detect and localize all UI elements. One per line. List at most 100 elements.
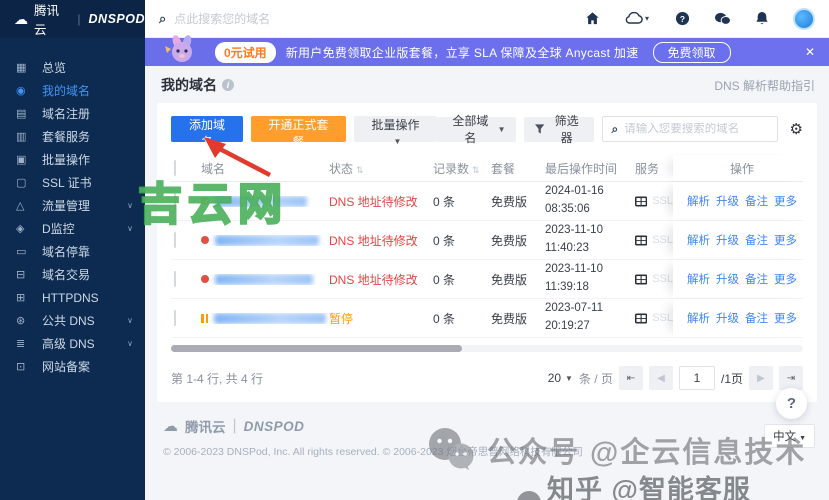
remark-link[interactable]: 备注 [745, 310, 768, 326]
next-page-button[interactable]: ▶ [749, 366, 773, 390]
page-number-input[interactable] [678, 366, 715, 390]
sidebar-item-icp-filing[interactable]: ⊡ 网站备案 [0, 355, 145, 378]
brand-logo[interactable]: ☁ 腾讯云 | DNSPOD [0, 0, 145, 38]
col-domain: 域名 [201, 161, 226, 176]
domain-search[interactable]: ⌕ [602, 116, 778, 142]
info-icon[interactable]: i [222, 79, 234, 91]
table-row: DNS 地址待修改 0 条 免费版 2023-11-10 11:40:23 SSL… [171, 221, 803, 260]
dns-help-link[interactable]: DNS 解析帮助指引 [714, 77, 815, 94]
help-icon[interactable]: ? [673, 10, 691, 28]
status-text: 暂停 [329, 311, 354, 326]
service-grid-icon[interactable] [635, 312, 648, 325]
sidebar-item-d-monitor[interactable]: ◈ D监控 ∨ [0, 217, 145, 240]
more-link[interactable]: 更多 [774, 271, 797, 287]
sidebar-item-overview[interactable]: ▦ 总览 [0, 56, 145, 79]
sidebar-item-my-domains[interactable]: ◉ 我的域名 [0, 79, 145, 102]
chevron-down-icon: ∨ [127, 316, 133, 325]
global-search[interactable]: ⌕ [159, 11, 419, 27]
footer-tencent: 腾讯云 [185, 420, 226, 435]
plan-text: 免费版 [491, 233, 528, 248]
banner-close-icon[interactable]: ✕ [805, 45, 815, 59]
upgrade-link[interactable]: 升级 [716, 310, 739, 326]
traffic-icon: △ [16, 200, 25, 212]
more-link[interactable]: 更多 [774, 232, 797, 248]
sidebar-item-plan-service[interactable]: ▥ 套餐服务 [0, 125, 145, 148]
last-page-button[interactable]: ⇥ [779, 366, 803, 390]
row-checkbox[interactable] [174, 232, 176, 248]
chevron-down-icon: ∨ [127, 224, 133, 233]
remark-link[interactable]: 备注 [745, 271, 768, 287]
remark-link[interactable]: 备注 [745, 193, 768, 209]
domain-redacted[interactable] [214, 312, 326, 324]
row-actions: 解析 升级 备注 更多 [673, 260, 803, 298]
sidebar-item-ssl-cert[interactable]: ▢ SSL 证书 [0, 171, 145, 194]
gear-icon[interactable]: ⚙ [790, 120, 803, 138]
service-grid-icon[interactable] [635, 195, 648, 208]
domain-list-card: 添加域名 开通正式套餐 批量操作 ▼ 全部域名 ▼ 筛选器 ⌕ ⚙ [157, 103, 817, 402]
service-grid-icon[interactable] [635, 234, 648, 247]
global-search-input[interactable] [174, 11, 375, 26]
resolve-link[interactable]: 解析 [687, 271, 710, 287]
home-icon[interactable] [583, 10, 601, 28]
domain-scope-select[interactable]: 全部域名 ▼ [437, 114, 517, 145]
first-page-button[interactable]: ⇤ [618, 366, 643, 390]
table-row: DNS 地址待修改 0 条 免费版 2023-11-10 11:39:18 SSL… [171, 260, 803, 299]
register-icon: ▤ [16, 108, 27, 120]
advanced-dns-icon: ≣ [16, 338, 26, 350]
sidebar-item-traffic[interactable]: △ 流量管理 ∨ [0, 194, 145, 217]
language-button[interactable]: 中文 ▼ [764, 424, 815, 448]
domain-status-dot-icon [201, 197, 209, 205]
search-icon: ⌕ [159, 10, 167, 26]
message-icon[interactable] [713, 10, 731, 28]
upgrade-link[interactable]: 升级 [716, 232, 739, 248]
sidebar-item-domain-register[interactable]: ▤ 域名注册 [0, 102, 145, 125]
sidebar-item-httpdns[interactable]: ⊞ HTTPDNS [0, 286, 145, 309]
service-grid-icon[interactable] [635, 273, 648, 286]
row-checkbox[interactable] [174, 310, 176, 326]
more-link[interactable]: 更多 [774, 310, 797, 326]
sort-icon[interactable]: ⇅ [472, 165, 480, 175]
prev-page-button[interactable]: ◀ [648, 366, 673, 390]
domain-redacted[interactable] [215, 234, 319, 246]
filter-button[interactable]: 筛选器 [524, 114, 595, 145]
sort-icon[interactable]: ⇅ [356, 165, 364, 175]
sidebar-item-domain-parking[interactable]: ▭ 域名停靠 [0, 240, 145, 263]
row-checkbox[interactable] [174, 193, 176, 209]
domain-redacted[interactable] [215, 273, 313, 285]
upgrade-link[interactable]: 升级 [716, 193, 739, 209]
records-count: 0 条 [433, 272, 456, 287]
funnel-icon [535, 124, 545, 134]
resolve-link[interactable]: 解析 [687, 232, 710, 248]
search-icon: ⌕ [611, 121, 619, 136]
resolve-link[interactable]: 解析 [687, 193, 710, 209]
sidebar-item-domain-trade[interactable]: ⊟ 域名交易 [0, 263, 145, 286]
plan-text: 免费版 [491, 194, 528, 209]
pause-icon [201, 313, 208, 323]
table-header: 域名 状态 ⇅ 记录数 ⇅ 套餐 最后操作时间 服务 操作 [171, 155, 803, 182]
table-row: 暂停 0 条 免费版 2023-07-11 20:19:27 SSL 解析 升级 … [171, 299, 803, 338]
bell-icon[interactable] [753, 10, 771, 28]
console-cloud-icon[interactable]: ▾ [623, 10, 651, 28]
domain-redacted[interactable] [215, 195, 307, 207]
sidebar-item-label: 高级 DNS [42, 337, 95, 351]
domain-search-input[interactable] [624, 123, 765, 135]
row-actions: 解析 升级 备注 更多 [673, 221, 803, 259]
resolve-link[interactable]: 解析 [687, 310, 710, 326]
sidebar-item-public-dns[interactable]: ⊛ 公共 DNS ∨ [0, 309, 145, 332]
scrollbar-thumb[interactable] [171, 345, 462, 352]
page-size-select[interactable]: 20 ▼ [548, 371, 573, 385]
buy-plan-button[interactable]: 开通正式套餐 [250, 116, 346, 149]
claim-free-button[interactable]: 免费领取 [652, 41, 731, 63]
more-link[interactable]: 更多 [774, 193, 797, 209]
remark-link[interactable]: 备注 [745, 232, 768, 248]
sidebar-item-batch-ops[interactable]: ▣ 批量操作 [0, 148, 145, 171]
caret-down-icon: ▼ [497, 124, 506, 134]
batch-ops-button[interactable]: 批量操作 ▼ [353, 116, 438, 146]
add-domain-button[interactable]: 添加域名 [171, 116, 243, 149]
floating-help-button[interactable]: ? [776, 388, 807, 419]
upgrade-link[interactable]: 升级 [716, 271, 739, 287]
sidebar-item-advanced-dns[interactable]: ≣ 高级 DNS ∨ [0, 332, 145, 355]
select-all-checkbox[interactable] [174, 160, 176, 176]
user-avatar[interactable] [793, 7, 815, 30]
row-checkbox[interactable] [174, 271, 176, 287]
